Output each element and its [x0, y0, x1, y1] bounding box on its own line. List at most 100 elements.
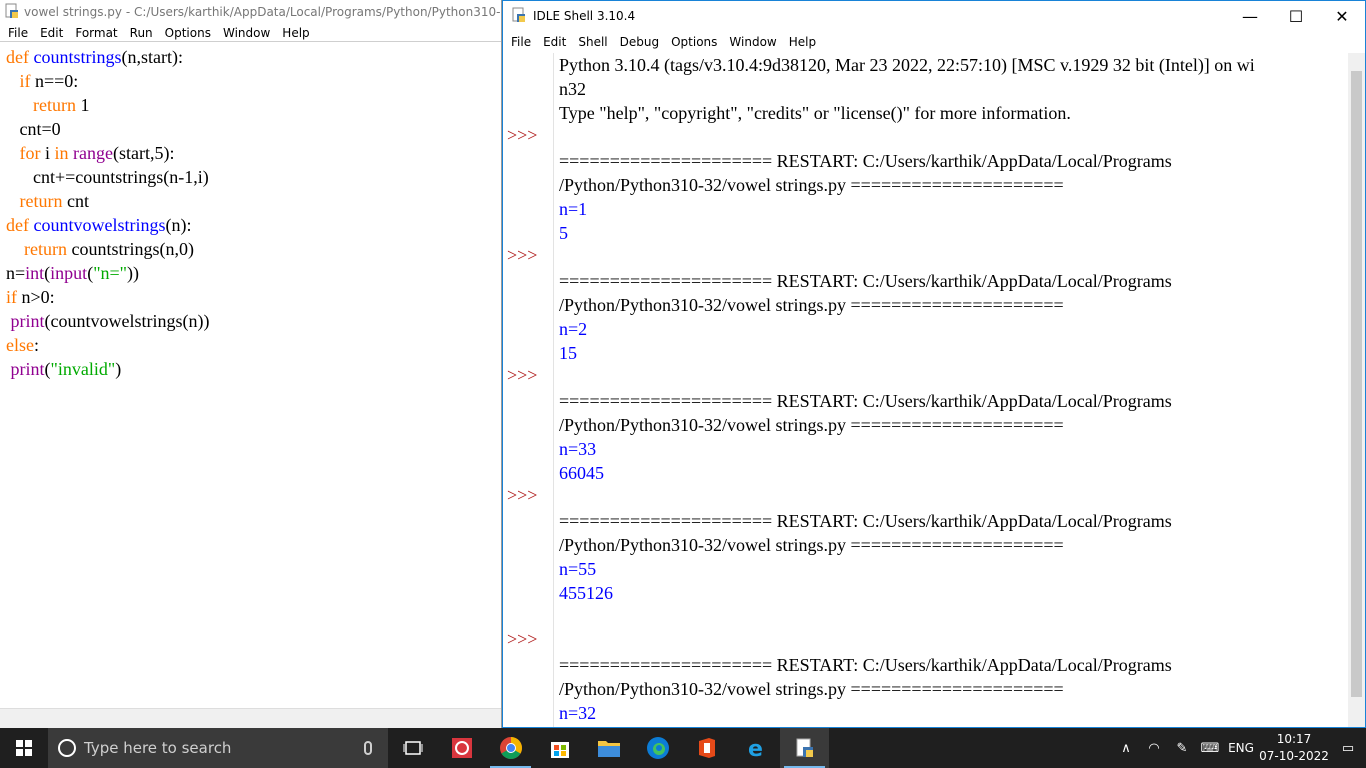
menu-window[interactable]: Window	[217, 26, 276, 40]
start-button[interactable]	[0, 728, 48, 768]
code-token: return	[24, 239, 67, 259]
svg-text:e: e	[748, 737, 763, 760]
menu-file[interactable]: File	[2, 26, 34, 40]
code-token: n=	[6, 263, 26, 283]
maximize-button[interactable]: ☐	[1273, 1, 1319, 31]
network-icon[interactable]: ◠	[1140, 741, 1168, 756]
code-token: print	[10, 359, 45, 379]
code-token: range	[73, 143, 114, 163]
menu-options[interactable]: Options	[665, 35, 723, 49]
output-line: /Python/Python310-32/vowel strings.py ==…	[559, 175, 1064, 195]
clock-time: 10:17	[1276, 732, 1312, 746]
prompt-marker: >>>	[507, 245, 538, 265]
code-token: )	[115, 359, 122, 379]
taskbar-app-edge[interactable]	[633, 728, 682, 768]
close-button[interactable]: ✕	[1319, 1, 1365, 31]
horizontal-scrollbar[interactable]	[0, 708, 501, 728]
code-token: "n="	[93, 263, 128, 283]
code-line[interactable]: for i in range(start,5):	[6, 141, 497, 165]
code-token: (countvowelstrings(n))	[44, 311, 210, 331]
menu-window[interactable]: Window	[723, 35, 782, 49]
code-line[interactable]: n=int(input("n="))	[6, 261, 497, 285]
taskbar-app-chrome[interactable]	[486, 728, 535, 768]
shell-output[interactable]: Python 3.10.4 (tags/v3.10.4:9d38120, Mar…	[559, 53, 1345, 749]
code-line[interactable]: def countstrings(n,start):	[6, 45, 497, 69]
notifications-icon[interactable]: ▭	[1330, 741, 1366, 756]
search-placeholder: Type here to search	[84, 739, 232, 757]
editor-title: vowel strings.py - C:/Users/karthik/AppD…	[24, 5, 501, 19]
menu-options[interactable]: Options	[159, 26, 217, 40]
python-file-icon	[4, 3, 20, 22]
prompt-marker: >>>	[507, 629, 538, 649]
keyboard-icon[interactable]: ⌨	[1196, 741, 1224, 756]
code-token: cnt	[62, 191, 89, 211]
code-token: print	[10, 311, 45, 331]
menu-file[interactable]: File	[505, 35, 537, 49]
code-token: ))	[127, 263, 140, 283]
code-line[interactable]: else:	[6, 333, 497, 357]
code-token: countstrings	[33, 47, 122, 67]
code-line[interactable]: if n>0:	[6, 285, 497, 309]
task-view-button[interactable]	[388, 728, 437, 768]
prompt-marker: >>>	[507, 125, 538, 145]
code-token: if	[19, 71, 31, 91]
output-line: n=1	[559, 199, 588, 219]
menu-edit[interactable]: Edit	[537, 35, 572, 49]
taskbar-app-file-explorer[interactable]	[584, 728, 633, 768]
editor-titlebar[interactable]: vowel strings.py - C:/Users/karthik/AppD…	[0, 0, 501, 24]
taskbar-search[interactable]: Type here to search	[48, 728, 388, 768]
code-line[interactable]: cnt+=countstrings(n-1,i)	[6, 165, 497, 189]
output-line: /Python/Python310-32/vowel strings.py ==…	[559, 535, 1064, 555]
menu-debug[interactable]: Debug	[614, 35, 665, 49]
shell-titlebar[interactable]: IDLE Shell 3.10.4 — ☐ ✕	[503, 1, 1365, 31]
menu-format[interactable]: Format	[69, 26, 123, 40]
code-line[interactable]: return 1	[6, 93, 497, 117]
system-tray: ∧ ◠ ✎ ⌨ ENG 10:17 07-10-2022 ▭	[1112, 728, 1366, 768]
code-line[interactable]: def countvowelstrings(n):	[6, 213, 497, 237]
scrollbar-thumb[interactable]	[1351, 71, 1362, 697]
code-line[interactable]: return cnt	[6, 189, 497, 213]
shell-menubar: File Edit Shell Debug Options Window Hel…	[503, 31, 1365, 53]
code-editor[interactable]: def countstrings(n,start): if n==0: retu…	[6, 45, 497, 381]
menu-edit[interactable]: Edit	[34, 26, 69, 40]
minimize-button[interactable]: —	[1227, 1, 1273, 31]
code-line[interactable]: return countstrings(n,0)	[6, 237, 497, 261]
output-line: /Python/Python310-32/vowel strings.py ==…	[559, 415, 1064, 435]
code-token: input	[50, 263, 88, 283]
language-indicator[interactable]: ENG	[1224, 741, 1258, 755]
taskbar-app-ie[interactable]: e	[731, 728, 780, 768]
microphone-icon[interactable]	[364, 741, 372, 755]
taskbar-app-recycle[interactable]	[437, 728, 486, 768]
code-token: (n):	[165, 215, 192, 235]
taskbar-app-office[interactable]	[682, 728, 731, 768]
code-line[interactable]: cnt=0	[6, 117, 497, 141]
taskbar-app-store[interactable]	[535, 728, 584, 768]
output-line: n=33	[559, 439, 597, 459]
code-line[interactable]: print(countvowelstrings(n))	[6, 309, 497, 333]
output-line: Python 3.10.4 (tags/v3.10.4:9d38120, Mar…	[559, 55, 1255, 75]
shell-title: IDLE Shell 3.10.4	[533, 9, 636, 23]
clock-date: 07-10-2022	[1259, 749, 1329, 763]
code-line[interactable]: print("invalid")	[6, 357, 497, 381]
taskbar: Type here to search e ∧ ◠ ✎ ⌨ ENG 10:17 …	[0, 728, 1366, 768]
menu-help[interactable]: Help	[276, 26, 315, 40]
code-line[interactable]: if n==0:	[6, 69, 497, 93]
output-line: n=2	[559, 319, 588, 339]
output-line: 66045	[559, 463, 604, 483]
menu-help[interactable]: Help	[783, 35, 822, 49]
output-line: n32	[559, 79, 586, 99]
menu-shell[interactable]: Shell	[572, 35, 613, 49]
clock[interactable]: 10:17 07-10-2022	[1258, 731, 1330, 765]
shell-window[interactable]: IDLE Shell 3.10.4 — ☐ ✕ File Edit Shell …	[502, 0, 1366, 747]
output-line: ===================== RESTART: C:/Users/…	[559, 655, 1172, 675]
chevron-up-icon[interactable]: ∧	[1112, 741, 1140, 756]
vertical-scrollbar[interactable]	[1348, 53, 1365, 727]
taskbar-app-idle[interactable]	[780, 728, 829, 768]
prompt-marker: >>>	[507, 485, 538, 505]
pen-icon[interactable]: ✎	[1168, 741, 1196, 756]
menu-run[interactable]: Run	[124, 26, 159, 40]
code-token: countstrings(n,0)	[66, 239, 194, 259]
editor-window[interactable]: vowel strings.py - C:/Users/karthik/AppD…	[0, 0, 502, 728]
